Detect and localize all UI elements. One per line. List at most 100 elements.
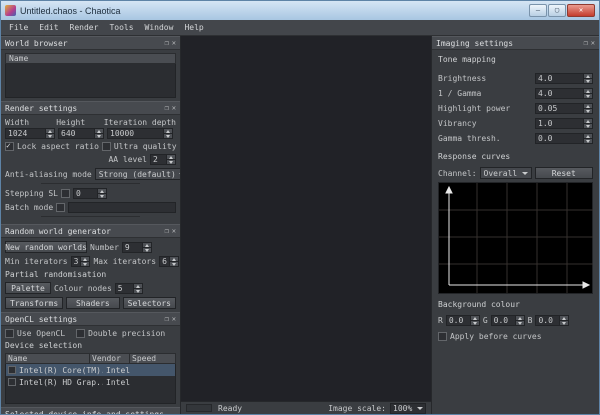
left-panel: World browser ❐ ✕ Name Render settings ❐… <box>1 36 181 414</box>
close-icon[interactable]: ✕ <box>591 40 595 47</box>
close-icon[interactable]: ✕ <box>172 40 176 47</box>
spin-down-icon[interactable] <box>81 261 89 266</box>
close-button[interactable]: ✕ <box>567 4 595 17</box>
image-scale-dropdown[interactable]: 100% <box>390 403 426 414</box>
ultra-quality-checkbox[interactable] <box>102 142 111 151</box>
menu-help[interactable]: Help <box>179 22 208 33</box>
number-spinner[interactable]: 9 <box>122 242 152 253</box>
batch-mode-checkbox[interactable] <box>56 203 65 212</box>
lock-aspect-checkbox[interactable] <box>5 142 14 151</box>
apply-before-curves-checkbox[interactable] <box>438 332 447 341</box>
table-row[interactable]: Intel(R) Core(TM)... Intel <box>6 364 175 376</box>
height-value: 640 <box>59 129 94 138</box>
spin-down-icon[interactable] <box>584 93 592 98</box>
spin-down-icon[interactable] <box>516 320 524 325</box>
reset-button[interactable]: Reset <box>535 167 593 179</box>
spin-down-icon[interactable] <box>95 133 103 138</box>
world-browser-list[interactable] <box>5 64 176 98</box>
menu-window[interactable]: Window <box>140 22 179 33</box>
width-label: Width <box>5 118 53 127</box>
colour-nodes-spinner[interactable]: 5 <box>115 283 143 294</box>
float-icon[interactable]: ❐ <box>584 40 588 47</box>
maximize-button[interactable]: ▢ <box>548 4 566 17</box>
column-speed[interactable]: Speed <box>130 354 175 363</box>
double-precision-checkbox[interactable] <box>76 329 85 338</box>
background-colour-label: Background colour <box>438 300 593 309</box>
menu-render[interactable]: Render <box>65 22 104 33</box>
spin-down-icon[interactable] <box>143 247 151 252</box>
titlebar[interactable]: Untitled.chaos - Chaotica — ▢ ✕ <box>1 1 599 20</box>
green-spinner[interactable]: 0.0 <box>491 315 525 326</box>
world-browser-name-column[interactable]: Name <box>5 53 176 64</box>
partial-randomisation-label: Partial randomisation <box>5 270 176 279</box>
max-iterators-spinner[interactable]: 6 <box>159 256 179 267</box>
column-name[interactable]: Name <box>6 354 90 363</box>
render-settings-title: Render settings <box>5 104 165 113</box>
spin-down-icon[interactable] <box>134 288 142 293</box>
stepping-sl-spinner[interactable]: 0 <box>73 188 107 199</box>
spin-down-icon[interactable] <box>170 261 178 266</box>
shaders-button[interactable]: Shaders <box>66 297 119 309</box>
use-opencl-checkbox[interactable] <box>5 329 14 338</box>
curve-editor[interactable] <box>438 182 593 294</box>
spin-down-icon[interactable] <box>164 133 172 138</box>
spin-down-icon[interactable] <box>46 133 54 138</box>
device-info-header[interactable]: Selected device info and settings <box>1 407 180 414</box>
float-icon[interactable]: ❐ <box>165 228 169 235</box>
float-icon[interactable]: ❐ <box>165 105 169 112</box>
world-canvas[interactable] <box>181 36 431 401</box>
close-icon[interactable]: ✕ <box>172 228 176 235</box>
red-spinner[interactable]: 0.0 <box>446 315 480 326</box>
stepping-sl-value: 0 <box>74 189 97 198</box>
world-browser-header[interactable]: World browser ❐ ✕ <box>1 36 180 50</box>
random-world-header[interactable]: Random world generator ❐ ✕ <box>1 224 180 238</box>
editor-area: Ready Image scale: 100% <box>181 36 431 414</box>
stepping-sl-label: Stepping SL <box>5 189 58 198</box>
spin-down-icon[interactable] <box>584 123 592 128</box>
blue-spinner[interactable]: 0.0 <box>535 315 569 326</box>
close-icon[interactable]: ✕ <box>172 316 176 323</box>
spin-down-icon[interactable] <box>98 193 106 198</box>
vibrancy-spinner[interactable]: 1.0 <box>535 118 593 129</box>
imaging-settings-header[interactable]: Imaging settings ❐ ✕ <box>432 36 599 50</box>
column-vendor[interactable]: Vendor <box>90 354 130 363</box>
aa-level-spinner[interactable]: 2 <box>150 154 176 165</box>
opencl-settings-header[interactable]: OpenCL settings ❐ ✕ <box>1 312 180 326</box>
gamma-thresh-spinner[interactable]: 0.0 <box>535 133 593 144</box>
menu-file[interactable]: File <box>4 22 33 33</box>
min-iterators-spinner[interactable]: 3 <box>71 256 91 267</box>
table-row[interactable]: Intel(R) HD Grap... Intel <box>6 376 175 388</box>
device-checkbox[interactable] <box>8 378 16 386</box>
image-scale-value: 100% <box>393 404 412 413</box>
device-checkbox[interactable] <box>8 366 16 374</box>
render-settings-header[interactable]: Render settings ❐ ✕ <box>1 101 180 115</box>
render-settings-body: Width Height Iteration depth 1024 640 10… <box>1 115 180 224</box>
height-spinner[interactable]: 640 <box>58 128 104 139</box>
brightness-spinner[interactable]: 4.0 <box>535 73 593 84</box>
float-icon[interactable]: ❐ <box>165 40 169 47</box>
new-random-worlds-button[interactable]: New random worlds <box>5 241 87 253</box>
transforms-button[interactable]: Transforms <box>5 297 63 309</box>
gamma-spinner[interactable]: 4.0 <box>535 88 593 99</box>
channel-dropdown[interactable]: Overall <box>480 167 532 179</box>
spin-down-icon[interactable] <box>560 320 568 325</box>
menu-tools[interactable]: Tools <box>104 22 138 33</box>
spin-down-icon[interactable] <box>167 159 175 164</box>
spin-down-icon[interactable] <box>584 138 592 143</box>
window-title: Untitled.chaos - Chaotica <box>20 6 529 16</box>
spin-down-icon[interactable] <box>471 320 479 325</box>
highlight-power-spinner[interactable]: 0.05 <box>535 103 593 114</box>
close-icon[interactable]: ✕ <box>172 105 176 112</box>
selectors-button[interactable]: Selectors <box>123 297 176 309</box>
spin-down-icon[interactable] <box>584 108 592 113</box>
float-icon[interactable]: ❐ <box>165 316 169 323</box>
aa-mode-dropdown[interactable]: Strong (default) <box>95 168 181 180</box>
menu-edit[interactable]: Edit <box>34 22 63 33</box>
minimize-button[interactable]: — <box>529 4 547 17</box>
width-spinner[interactable]: 1024 <box>5 128 55 139</box>
iteration-depth-spinner[interactable]: 10000 <box>107 128 173 139</box>
stepping-sl-checkbox[interactable] <box>61 189 70 198</box>
batch-mode-field[interactable] <box>68 202 176 213</box>
spin-down-icon[interactable] <box>584 78 592 83</box>
palette-button[interactable]: Palette <box>5 282 51 294</box>
